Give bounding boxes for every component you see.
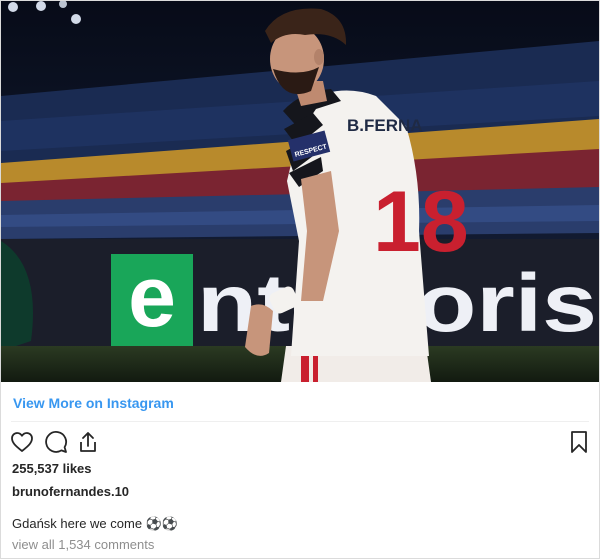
author-username[interactable]: brunofernandes.10 bbox=[12, 484, 129, 499]
shirt-name: B.FERNA bbox=[347, 116, 423, 135]
comment-icon[interactable] bbox=[44, 430, 68, 454]
view-more-link[interactable]: View More on Instagram bbox=[13, 395, 174, 411]
post-photo[interactable]: e ntertoris bbox=[1, 1, 599, 382]
view-all-comments-link[interactable]: view all 1,534 comments bbox=[12, 537, 154, 552]
share-icon[interactable] bbox=[76, 430, 100, 454]
instagram-embed-card: e ntertoris bbox=[0, 0, 600, 559]
likes-count[interactable]: 255,537 likes bbox=[12, 461, 92, 476]
post-photo-illustration: e ntertoris bbox=[1, 1, 599, 382]
heart-icon[interactable] bbox=[10, 430, 34, 454]
banner-logo-letter: e bbox=[128, 249, 176, 345]
post-caption: Gdańsk here we come ⚽⚽ bbox=[12, 516, 179, 531]
shirt-number: 18 bbox=[373, 174, 469, 270]
bookmark-icon[interactable] bbox=[567, 430, 591, 454]
divider bbox=[11, 421, 589, 422]
